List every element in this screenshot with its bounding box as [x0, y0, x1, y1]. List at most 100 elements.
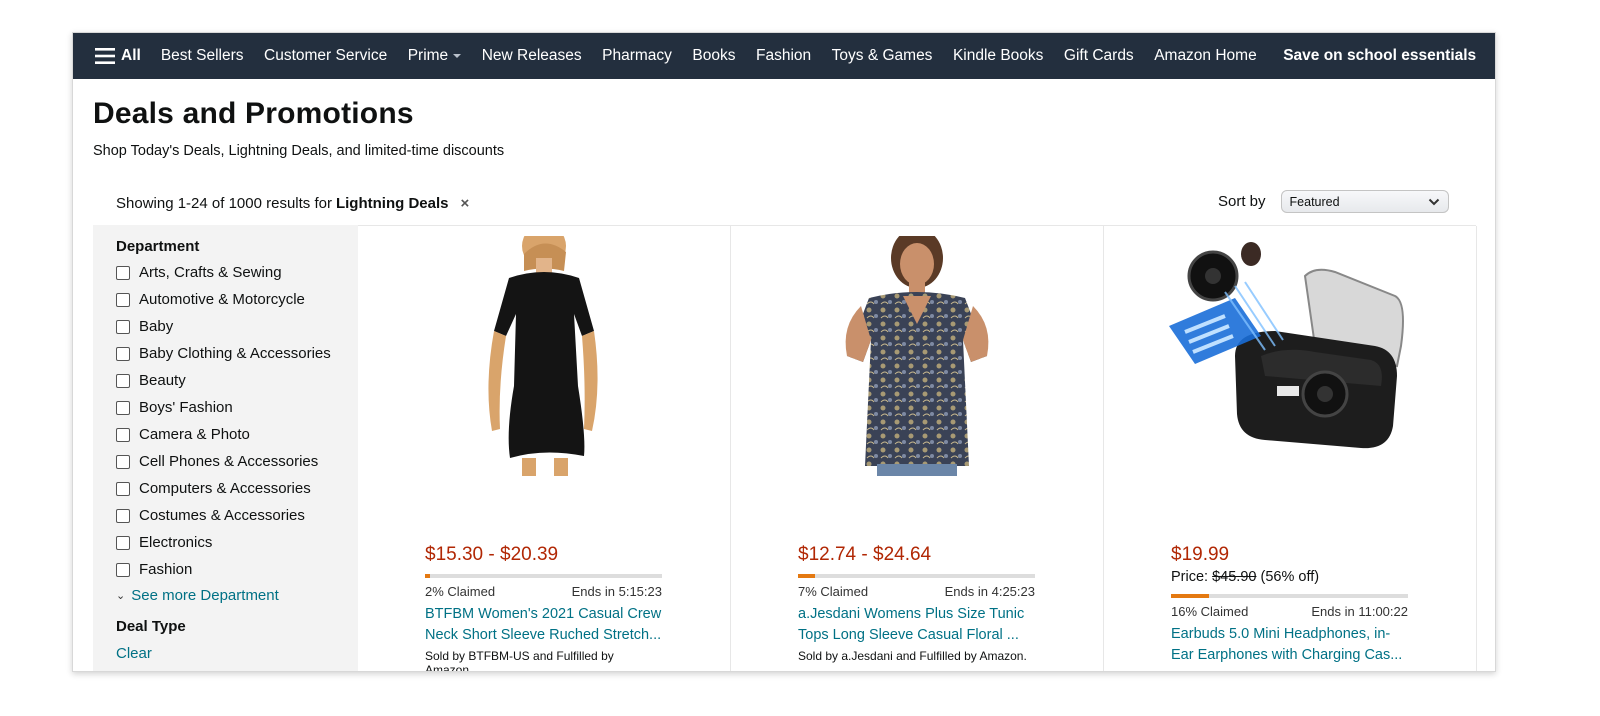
claimed-progress-bar: [1171, 594, 1408, 598]
claimed-text: 16% Claimed: [1171, 604, 1249, 619]
department-label: Fashion: [139, 561, 193, 578]
nav-gift-cards[interactable]: Gift Cards: [1064, 47, 1134, 65]
clear-deal-type-link[interactable]: Clear: [116, 645, 358, 662]
nav-books[interactable]: Books: [692, 47, 735, 65]
checkbox[interactable]: [116, 319, 130, 334]
department-label: Beauty: [139, 372, 186, 389]
nav-pharmacy[interactable]: Pharmacy: [602, 47, 672, 65]
checkbox[interactable]: [116, 346, 130, 361]
claimed-progress-bar: [798, 574, 1035, 578]
page-frame: All Best Sellers Customer Service Prime …: [72, 32, 1496, 672]
department-label: Computers & Accessories: [139, 480, 311, 497]
results-prefix: Showing 1-24 of 1000 results for: [116, 195, 332, 212]
deal-title-link[interactable]: Earbuds 5.0 Mini Headphones, in- Ear Ear…: [1171, 624, 1421, 666]
all-label: All: [121, 47, 141, 64]
deal-type-heading: Deal Type: [116, 618, 186, 635]
product-image[interactable]: [358, 236, 730, 486]
checkbox[interactable]: [116, 400, 130, 415]
claimed-progress-fill: [425, 574, 430, 578]
ends-in-text: Ends in 5:15:23: [571, 584, 662, 599]
deal-title-line: Tops Long Sleeve Casual Floral ...: [798, 627, 1019, 643]
department-option[interactable]: Baby Clothing & Accessories: [116, 340, 358, 367]
nav-fashion[interactable]: Fashion: [756, 47, 811, 65]
floral-tunic-image: [845, 236, 989, 476]
checkbox[interactable]: [116, 454, 130, 469]
sold-by-text: Sold by a.Jesdani and Fulfilled by Amazo…: [798, 649, 1027, 663]
department-option[interactable]: Boys' Fashion: [116, 394, 358, 421]
nav-kindle-books[interactable]: Kindle Books: [953, 47, 1043, 65]
earbuds-image: [1169, 242, 1404, 449]
claimed-text: 7% Claimed: [798, 584, 869, 599]
deal-card[interactable]: $12.74 - $24.64 7% Claimed Ends in 4:25:…: [731, 226, 1104, 671]
ends-in-text: Ends in 4:25:23: [944, 584, 1035, 599]
filter-sidebar: Department Arts, Crafts & Sewing Automot…: [93, 225, 358, 671]
claimed-progress-fill: [1171, 594, 1209, 598]
department-heading: Department: [116, 238, 200, 255]
deal-title-line: Earbuds 5.0 Mini Headphones, in-: [1171, 626, 1391, 642]
nav-amazon-home[interactable]: Amazon Home: [1154, 47, 1257, 65]
see-more-label: See more Department: [131, 587, 279, 604]
clear-filter-icon[interactable]: ×: [460, 195, 469, 212]
deals-grid: $15.30 - $20.39 2% Claimed Ends in 5:15:…: [358, 225, 1477, 672]
department-option[interactable]: Automotive & Motorcycle: [116, 286, 358, 313]
deal-card[interactable]: $15.30 - $20.39 2% Claimed Ends in 5:15:…: [358, 226, 731, 672]
nav-prime[interactable]: Prime: [407, 47, 462, 65]
department-label: Baby: [139, 318, 174, 335]
checkbox[interactable]: [116, 535, 130, 550]
nav-prime-label: Prime: [407, 47, 449, 64]
department-option[interactable]: Arts, Crafts & Sewing: [116, 259, 358, 286]
all-menu-button[interactable]: All: [95, 47, 141, 65]
department-label: Cell Phones & Accessories: [139, 453, 319, 470]
discount-text: (56% off): [1260, 569, 1320, 585]
sort-selected: Featured: [1289, 194, 1340, 209]
deal-title-link[interactable]: a.Jesdani Womens Plus Size Tunic Tops Lo…: [798, 604, 1048, 646]
product-image[interactable]: [1104, 236, 1476, 486]
nav-new-releases[interactable]: New Releases: [482, 47, 582, 65]
department-option[interactable]: Baby: [116, 313, 358, 340]
department-option[interactable]: Costumes & Accessories: [116, 502, 358, 529]
ends-in-text: Ends in 11:00:22: [1311, 604, 1408, 619]
department-option[interactable]: Electronics: [116, 529, 358, 556]
nav-toys-games[interactable]: Toys & Games: [832, 47, 933, 65]
sold-by-text: Sold by BTFBM-US and Fulfilled by Amazon…: [425, 649, 614, 672]
chevron-down-icon: [1428, 198, 1439, 205]
claimed-progress-bar: [425, 574, 662, 578]
list-price-row: Price: $45.90 (56% off): [1171, 569, 1319, 585]
nav-best-sellers[interactable]: Best Sellers: [161, 47, 244, 65]
department-option[interactable]: Beauty: [116, 367, 358, 394]
checkbox[interactable]: [116, 508, 130, 523]
deal-price: $15.30 - $20.39: [425, 544, 559, 565]
department-option[interactable]: Computers & Accessories: [116, 475, 358, 502]
page-subtitle: Shop Today's Deals, Lightning Deals, and…: [93, 143, 505, 159]
deal-title-link[interactable]: BTFBM Women's 2021 Casual Crew Neck Shor…: [425, 604, 675, 646]
nav-promo-link[interactable]: Save on school essentials: [1283, 47, 1476, 65]
department-option[interactable]: Fashion: [116, 556, 358, 583]
department-label: Camera & Photo: [139, 426, 250, 443]
sort-select[interactable]: Featured: [1280, 190, 1449, 213]
department-option[interactable]: Cell Phones & Accessories: [116, 448, 358, 475]
department-option[interactable]: Camera & Photo: [116, 421, 358, 448]
list-price-label: Price:: [1171, 569, 1209, 585]
claimed-text: 2% Claimed: [425, 584, 496, 599]
nav-customer-service[interactable]: Customer Service: [264, 47, 387, 65]
department-label: Boys' Fashion: [139, 399, 233, 416]
checkbox[interactable]: [116, 292, 130, 307]
see-more-department-link[interactable]: ⌄ See more Department: [116, 587, 358, 604]
checkbox[interactable]: [116, 427, 130, 442]
deal-meta: 7% Claimed Ends in 4:25:23: [798, 584, 1035, 599]
deal-title-line: Ear Earphones with Charging Cas...: [1171, 647, 1403, 663]
deal-title-line: BTFBM Women's 2021 Casual Crew: [425, 606, 662, 622]
department-label: Electronics: [139, 534, 213, 551]
results-query: Lightning Deals: [335, 195, 449, 212]
checkbox[interactable]: [116, 373, 130, 388]
deal-card[interactable]: $19.99 Price: $45.90 (56% off) 16% Claim…: [1104, 226, 1477, 671]
chevron-down-icon: ⌄: [116, 590, 126, 602]
checkbox[interactable]: [116, 265, 130, 280]
checkbox[interactable]: [116, 562, 130, 577]
deal-title-line: Neck Short Sleeve Ruched Stretch...: [425, 627, 662, 643]
department-label: Arts, Crafts & Sewing: [139, 264, 282, 281]
checkbox[interactable]: [116, 481, 130, 496]
product-image[interactable]: [731, 236, 1103, 486]
list-price-value: $45.90: [1212, 569, 1257, 585]
department-label: Costumes & Accessories: [139, 507, 305, 524]
